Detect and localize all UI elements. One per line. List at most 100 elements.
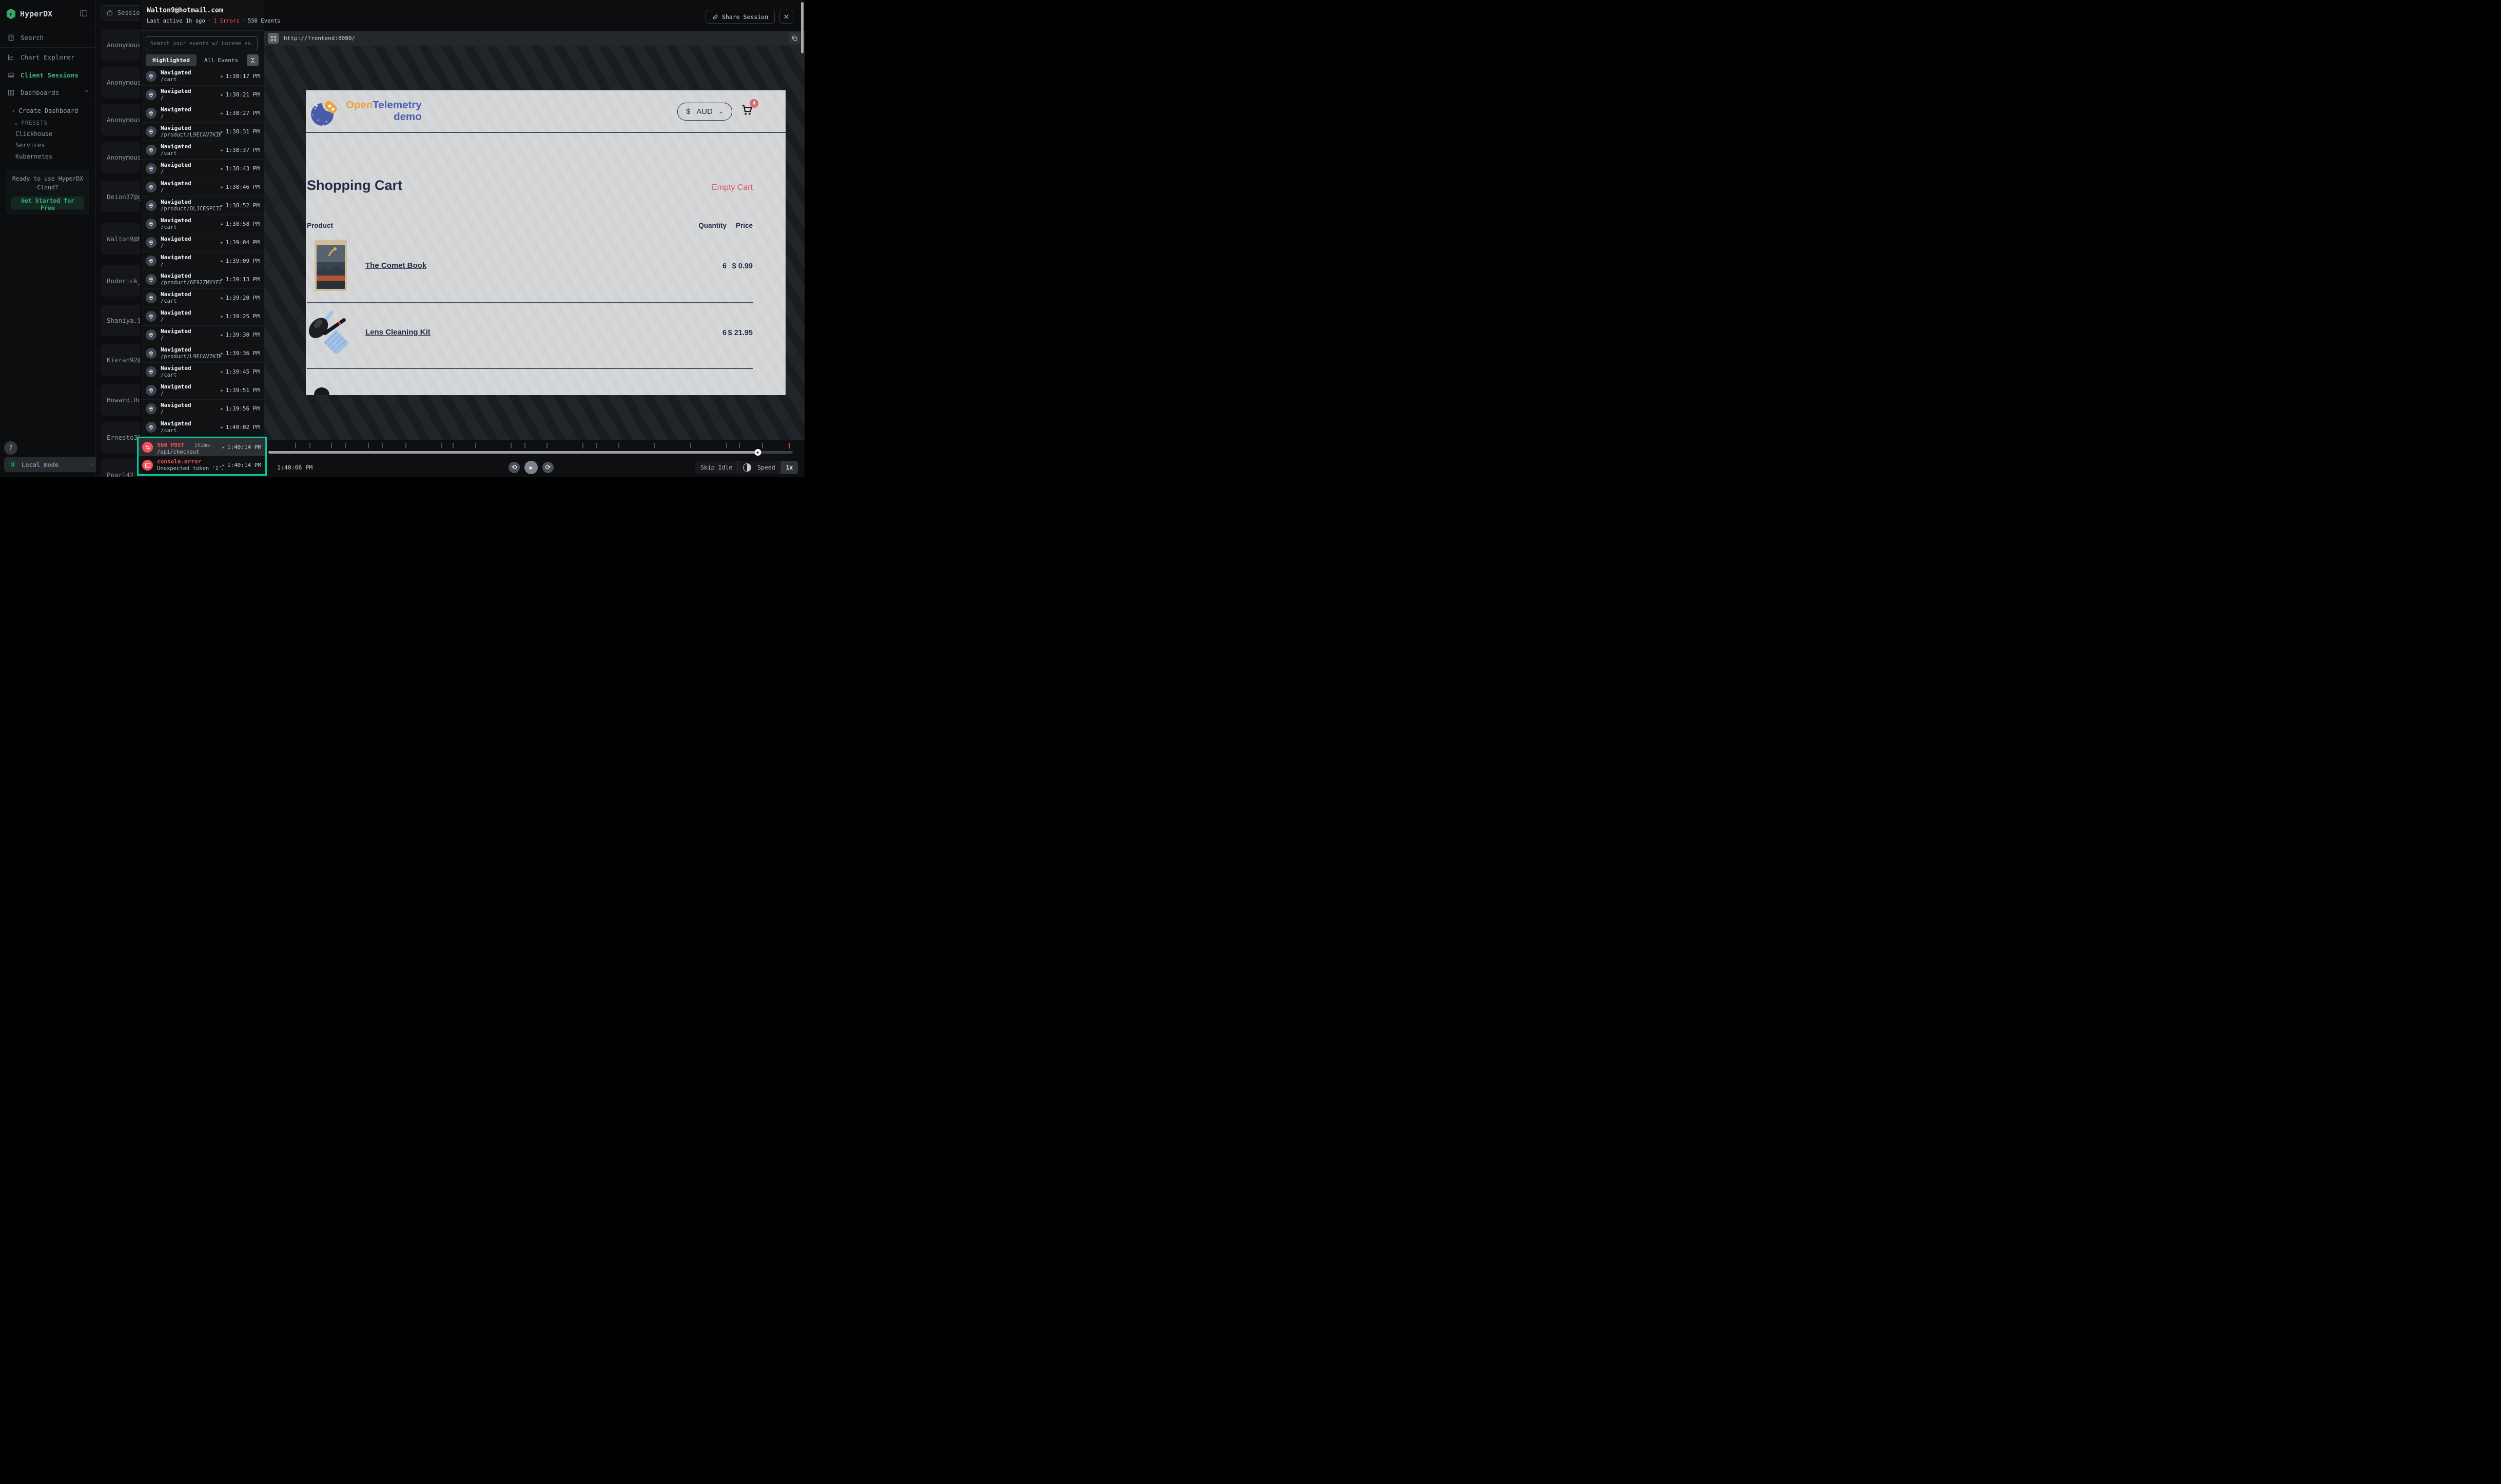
event-row-navigated[interactable]: Navigated /product/L9ECAV7KIM ▶ 1:39:36 … — [141, 344, 264, 363]
forward-button[interactable]: ⟳ — [542, 462, 554, 473]
timeline-track[interactable] — [268, 451, 793, 454]
event-row-navigated[interactable]: Navigated / ▶ 1:39:04 PM — [141, 233, 264, 252]
play-marker-icon[interactable]: ▶ — [221, 204, 223, 208]
presets-toggle[interactable]: ⌄ PRESETS — [0, 114, 95, 126]
event-row-console-error[interactable]: console.error Unexpected token 'I'… ▶ 1:… — [139, 456, 265, 474]
sidebar-item-label: Search — [21, 34, 44, 42]
speed-label: Speed — [752, 461, 780, 474]
play-marker-icon[interactable]: ▶ — [221, 333, 223, 337]
event-row-navigated[interactable]: Navigated / ▶ 1:39:30 PM — [141, 326, 264, 344]
event-row-navigated[interactable]: Navigated / ▶ 1:39:25 PM — [141, 307, 264, 326]
collapse-panel-button[interactable] — [247, 54, 259, 66]
event-time: 1:38:31 PM — [226, 128, 260, 135]
event-title: Navigated — [161, 180, 221, 187]
play-marker-icon[interactable]: ▶ — [221, 425, 223, 429]
event-row-navigated[interactable]: Navigated /product/L9ECAV7KIM ▶ 1:38:31 … — [141, 123, 264, 141]
event-row-navigated[interactable]: Navigated / ▶ 1:38:46 PM — [141, 178, 264, 197]
location-pin-icon — [146, 200, 157, 211]
get-started-button[interactable]: Get Started for Free — [11, 197, 84, 209]
event-row-navigated[interactable]: Navigated / ▶ 1:38:21 PM — [141, 86, 264, 104]
play-marker-icon[interactable]: ▶ — [221, 407, 223, 411]
play-marker-icon[interactable]: ▶ — [221, 167, 223, 171]
event-row-navigated[interactable]: Navigated / ▶ 1:39:56 PM — [141, 400, 264, 418]
tab-all-events[interactable]: All Events — [199, 54, 244, 66]
close-session-button[interactable] — [779, 10, 793, 24]
play-marker-icon[interactable]: ▶ — [221, 296, 223, 300]
playback-controls: 1:40:06 PM ⟲ ▶ ⟳ Skip Idle Speed 1x — [263, 457, 805, 477]
sidebar-item-search[interactable]: Search — [0, 28, 95, 48]
sidebar-item-client-sessions[interactable]: Client Sessions — [0, 67, 95, 84]
play-marker-icon[interactable]: ▶ — [221, 315, 223, 319]
play-marker-icon[interactable]: ▶ — [221, 74, 223, 79]
event-title: Navigated — [161, 309, 221, 317]
event-row-navigated[interactable]: Navigated /cart ▶ 1:39:20 PM — [141, 289, 264, 307]
product-link[interactable]: The Comet Book — [365, 261, 426, 270]
sidebar-item-chart-explorer[interactable]: Chart Explorer — [0, 48, 95, 67]
separator-dot: · — [242, 18, 245, 24]
play-marker-icon[interactable]: ▶ — [221, 111, 223, 115]
event-time: 1:38:21 PM — [226, 91, 260, 98]
product-image-comet-book — [315, 240, 347, 291]
play-marker-icon[interactable]: ▶ — [223, 463, 225, 467]
event-row-navigated[interactable]: Navigated /cart ▶ 1:38:58 PM — [141, 215, 264, 233]
otel-demo-logo-text: OpenTelemetry demo — [346, 100, 422, 123]
event-path: / — [161, 261, 221, 268]
event-row-navigated[interactable]: Navigated /cart ▶ 1:40:02 PM — [141, 418, 264, 437]
sidebar-collapse-icon[interactable] — [79, 9, 89, 19]
event-row-navigated[interactable]: Navigated /cart ▶ 1:38:17 PM — [141, 67, 264, 86]
brand-title: HyperDX — [20, 9, 79, 18]
presets-label: PRESETS — [22, 120, 48, 126]
timeline-tick — [582, 443, 583, 448]
timeline-scrubber-handle[interactable] — [754, 449, 761, 456]
event-row-navigated[interactable]: Navigated /product/OLJCESPC7Z ▶ 1:38:52 … — [141, 197, 264, 215]
play-marker-icon[interactable]: ▶ — [221, 259, 223, 263]
event-row-navigated[interactable]: Navigated /cart ▶ 1:38:37 PM — [141, 141, 264, 160]
play-marker-icon[interactable]: ▶ — [221, 148, 223, 152]
event-row-navigated[interactable]: Navigated / ▶ 1:38:43 PM — [141, 160, 264, 178]
fullscreen-icon[interactable] — [268, 33, 279, 44]
play-marker-icon[interactable]: ▶ — [221, 278, 223, 282]
play-marker-icon[interactable]: ▶ — [221, 130, 223, 134]
chevron-down-icon: ⌄ — [719, 108, 724, 115]
event-row-500-post[interactable]: 500 POST · 162ms /api/checkout ▶ 1:40:14… — [139, 438, 265, 456]
help-button[interactable]: ? — [4, 441, 17, 455]
copy-url-icon[interactable] — [789, 32, 800, 44]
event-row-navigated[interactable]: Navigated / ▶ 1:39:09 PM — [141, 252, 264, 270]
play-marker-icon[interactable]: ▶ — [223, 445, 225, 450]
play-marker-icon[interactable]: ▶ — [221, 352, 223, 356]
play-button[interactable]: ▶ — [524, 461, 538, 474]
sidebar-item-kubernetes[interactable]: Kubernetes — [0, 149, 95, 160]
currency-select[interactable]: $ AUD ⌄ — [677, 103, 732, 121]
timeline-tick — [654, 443, 655, 448]
highlighted-error-group: 500 POST · 162ms /api/checkout ▶ 1:40:14… — [137, 437, 267, 476]
rewind-button[interactable]: ⟲ — [509, 462, 520, 473]
sidebar-item-dashboards[interactable]: Dashboards ⌃ — [0, 84, 95, 102]
events-search-input[interactable] — [146, 36, 258, 50]
event-row-navigated[interactable]: Navigated /cart ▶ 1:39:45 PM — [141, 363, 264, 381]
event-status: 500 POST — [157, 442, 184, 448]
event-title: Navigated — [161, 106, 221, 113]
share-session-button[interactable]: Share Session — [706, 10, 775, 24]
event-row-navigated[interactable]: Navigated / ▶ 1:38:27 PM — [141, 104, 264, 123]
empty-cart-link[interactable]: Empty Cart — [712, 183, 753, 192]
tab-highlighted[interactable]: Highlighted — [146, 54, 197, 66]
product-link[interactable]: Lens Cleaning Kit — [365, 328, 431, 337]
event-row-navigated[interactable]: Navigated / ▶ 1:39:51 PM — [141, 381, 264, 400]
logo-open: Open — [346, 99, 373, 111]
sidebar-item-clickhouse[interactable]: Clickhouse — [0, 126, 95, 138]
play-marker-icon[interactable]: ▶ — [221, 388, 223, 393]
replay-timeline[interactable] — [263, 440, 805, 457]
play-marker-icon[interactable]: ▶ — [221, 222, 223, 226]
play-marker-icon[interactable]: ▶ — [221, 185, 223, 189]
scrollbar-thumb[interactable] — [801, 2, 804, 53]
timeline-tick — [690, 443, 691, 448]
speed-value-button[interactable]: 1x — [780, 461, 798, 474]
play-marker-icon[interactable]: ▶ — [221, 370, 223, 374]
cloud-promo-text: Ready to use HyperDX Cloud? — [12, 174, 84, 192]
play-marker-icon[interactable]: ▶ — [221, 241, 223, 245]
play-marker-icon[interactable]: ▶ — [221, 93, 223, 97]
local-mode-menu[interactable]: U Local mode › — [4, 457, 99, 472]
event-row-navigated[interactable]: Navigated /product/6E92ZMYYFZ ▶ 1:39:13 … — [141, 270, 264, 289]
sidebar-item-services[interactable]: Services — [0, 138, 95, 149]
create-dashboard-button[interactable]: + Create Dashboard — [0, 102, 95, 114]
